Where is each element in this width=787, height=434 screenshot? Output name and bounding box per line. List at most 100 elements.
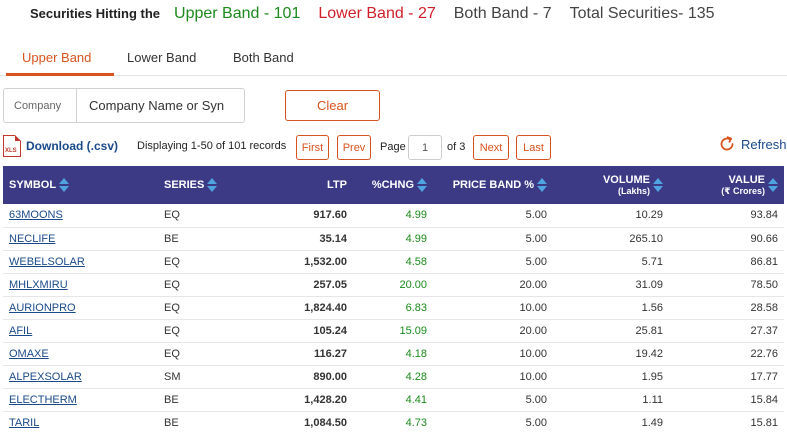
- symbol-link[interactable]: MHLXMIRU: [9, 279, 68, 291]
- lower-band-count: Lower Band - 27: [318, 5, 436, 22]
- refresh-button[interactable]: Refresh: [718, 135, 787, 153]
- value-cell: 22.76: [750, 347, 778, 360]
- change-cell: 4.58: [405, 255, 427, 268]
- col-symbol-label: SYMBOL: [9, 178, 57, 191]
- symbol-link[interactable]: AURIONPRO: [9, 302, 76, 314]
- series-cell: EQ: [164, 324, 180, 337]
- value-cell: 17.77: [750, 370, 778, 383]
- sort-icon[interactable]: [207, 178, 218, 192]
- ltp-cell: 35.14: [319, 232, 347, 245]
- page-number-input[interactable]: [408, 135, 442, 160]
- symbol-link[interactable]: ELECTHERM: [9, 394, 77, 406]
- table-row: MHLXMIRU EQ 257.05 20.00 20.00 31.09 78.50: [3, 273, 784, 296]
- first-page-button[interactable]: First: [296, 135, 329, 160]
- volume-cell: 1.56: [641, 301, 663, 314]
- col-value-unit: (₹ Crores): [721, 185, 765, 196]
- download-csv-link[interactable]: XLS Download (.csv): [3, 135, 118, 157]
- symbol-link[interactable]: OMAXE: [9, 348, 49, 360]
- col-series-label: SERIES: [164, 178, 205, 191]
- price-band-cell: 10.00: [519, 301, 547, 314]
- page-total-label: of 3: [447, 141, 466, 153]
- volume-cell: 19.42: [635, 347, 663, 360]
- col-chng-label: %CHNG: [371, 178, 414, 191]
- change-cell: 4.28: [405, 370, 427, 383]
- page-label: Page: [380, 141, 406, 153]
- active-tab-indicator: [6, 73, 114, 76]
- price-band-cell: 5.00: [525, 209, 547, 222]
- col-chng[interactable]: %CHNG: [353, 166, 433, 204]
- next-page-button[interactable]: Next: [473, 135, 509, 160]
- col-value[interactable]: VALUE (₹ Crores): [669, 166, 784, 204]
- change-cell: 20.00: [399, 278, 427, 291]
- value-cell: 90.66: [750, 232, 778, 245]
- ltp-cell: 1,428.20: [304, 393, 347, 406]
- volume-cell: 31.09: [635, 278, 663, 291]
- ltp-cell: 1,532.00: [304, 255, 347, 268]
- prev-page-button[interactable]: Prev: [337, 135, 371, 160]
- company-search-input[interactable]: [77, 98, 242, 113]
- price-band-cell: 20.00: [519, 324, 547, 337]
- sort-icon[interactable]: [653, 178, 663, 192]
- symbol-link[interactable]: AFIL: [9, 325, 32, 337]
- xls-file-icon: XLS: [3, 135, 21, 157]
- ltp-cell: 105.24: [313, 324, 347, 337]
- records-info: Displaying 1-50 of 101 records: [137, 140, 287, 152]
- series-cell: BE: [164, 232, 179, 245]
- sort-icon[interactable]: [768, 178, 778, 192]
- value-cell: 27.37: [750, 324, 778, 337]
- sort-icon[interactable]: [537, 178, 547, 192]
- ltp-cell: 257.05: [313, 278, 347, 291]
- tab-lower-band[interactable]: Lower Band: [127, 50, 196, 65]
- col-series[interactable]: SERIES: [158, 166, 263, 204]
- symbol-link[interactable]: TARIL: [9, 417, 39, 429]
- sort-icon[interactable]: [417, 178, 427, 192]
- volume-cell: 25.81: [635, 324, 663, 337]
- value-cell: 15.81: [750, 416, 778, 429]
- table-row: ALPEXSOLAR SM 890.00 4.28 10.00 1.95 17.77: [3, 365, 784, 388]
- company-search: Company: [3, 88, 245, 123]
- table-row: AFIL EQ 105.24 15.09 20.00 25.81 27.37: [3, 319, 784, 342]
- last-page-button[interactable]: Last: [516, 135, 551, 160]
- refresh-label: Refresh: [741, 136, 787, 152]
- search-label: Company: [4, 89, 77, 122]
- symbol-cell: ALPEXSOLAR: [3, 365, 158, 388]
- clear-button[interactable]: Clear: [285, 90, 380, 121]
- symbol-link[interactable]: NECLIFE: [9, 233, 55, 245]
- refresh-icon: [720, 136, 734, 151]
- both-band-count: Both Band - 7: [453, 5, 552, 22]
- volume-cell: 1.49: [641, 416, 663, 429]
- change-cell: 15.09: [399, 324, 427, 337]
- price-band-cell: 10.00: [519, 370, 547, 383]
- symbol-link[interactable]: ALPEXSOLAR: [9, 371, 82, 383]
- col-price-band[interactable]: PRICE BAND %: [433, 166, 553, 204]
- tab-upper-band[interactable]: Upper Band: [22, 50, 91, 65]
- ltp-cell: 917.60: [313, 209, 347, 222]
- tab-both-band[interactable]: Both Band: [233, 50, 294, 65]
- symbol-cell: WEBELSOLAR: [3, 250, 158, 273]
- price-band-cell: 5.00: [525, 232, 547, 245]
- value-cell: 28.58: [750, 301, 778, 314]
- price-band-cell: 10.00: [519, 347, 547, 360]
- table-row: 63MOONS EQ 917.60 4.99 5.00 10.29 93.84: [3, 204, 784, 227]
- price-band-cell: 20.00: [519, 278, 547, 291]
- band-tabs: Upper Band Lower Band Both Band: [0, 40, 787, 76]
- table-row: OMAXE EQ 116.27 4.18 10.00 19.42 22.76: [3, 342, 784, 365]
- volume-cell: 10.29: [635, 209, 663, 222]
- symbol-cell: NECLIFE: [3, 227, 158, 250]
- table-row: ELECTHERM BE 1,428.20 4.41 5.00 1.11 15.84: [3, 388, 784, 411]
- sort-icon[interactable]: [59, 178, 70, 192]
- summary-lead: Securities Hitting the: [30, 6, 161, 21]
- symbol-cell: TARIL: [3, 411, 158, 434]
- change-cell: 4.41: [405, 393, 427, 406]
- change-cell: 6.83: [405, 301, 427, 314]
- volume-cell: 1.95: [641, 370, 663, 383]
- value-cell: 93.84: [750, 209, 778, 222]
- symbol-link[interactable]: 63MOONS: [9, 209, 63, 221]
- ltp-cell: 116.27: [313, 347, 347, 360]
- col-symbol[interactable]: SYMBOL: [3, 166, 158, 204]
- col-value-label: VALUE: [728, 173, 765, 186]
- symbol-link[interactable]: WEBELSOLAR: [9, 256, 85, 268]
- col-volume[interactable]: VOLUME (Lakhs): [553, 166, 669, 204]
- change-cell: 4.99: [405, 209, 427, 222]
- col-volume-unit: (Lakhs): [617, 186, 650, 196]
